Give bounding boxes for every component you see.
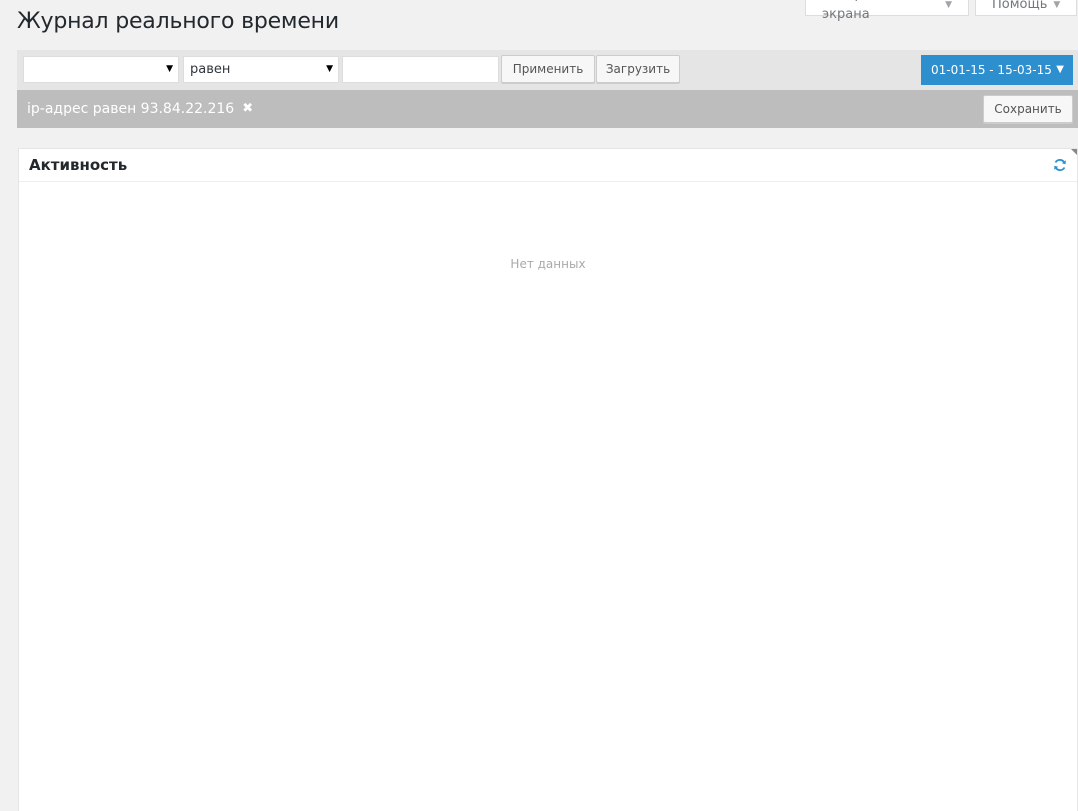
chevron-down-icon: ▼: [326, 64, 333, 74]
chevron-down-icon: ▼: [1056, 64, 1064, 75]
active-filters-bar: ip-адрес равен 93.84.22.216 ✖ Сохранить: [17, 90, 1078, 128]
page-title: Журнал реального времени: [17, 9, 339, 34]
save-button[interactable]: Сохранить: [983, 95, 1073, 123]
date-range-picker[interactable]: 01-01-15 - 15-03-15 ▼: [921, 55, 1073, 85]
panel-title: Активность: [29, 156, 128, 174]
empty-state-message: Нет данных: [510, 257, 586, 271]
active-filter-chip: ip-адрес равен 93.84.22.216 ✖: [27, 90, 253, 128]
close-icon[interactable]: ✖: [242, 90, 253, 128]
filter-value-input[interactable]: [342, 56, 499, 83]
chevron-down-icon: ▼: [945, 0, 952, 10]
chevron-down-icon: ▼: [166, 64, 173, 74]
active-filter-text: ip-адрес равен 93.84.22.216: [27, 101, 235, 117]
filter-bar: ▼ равен ▼ Применить Загрузить 01-01-15 -…: [17, 50, 1078, 90]
date-range-label: 01-01-15 - 15-03-15: [931, 63, 1052, 77]
panel-header: Активность: [19, 149, 1077, 182]
load-button[interactable]: Загрузить: [596, 55, 680, 83]
field-select[interactable]: ▼: [23, 56, 179, 83]
activity-panel: Активность Нет данных: [18, 148, 1078, 811]
apply-button[interactable]: Применить: [501, 55, 595, 83]
operator-select-value: равен: [190, 62, 231, 77]
corner-indicator: [1071, 149, 1077, 155]
screen-options-label: Настройки экрана: [822, 0, 895, 22]
help-tab[interactable]: Помощь ▼: [975, 0, 1077, 16]
refresh-icon[interactable]: [1053, 158, 1067, 172]
operator-select[interactable]: равен ▼: [183, 56, 339, 83]
chevron-down-icon: ▼: [1053, 0, 1061, 10]
screen-options-tab[interactable]: Настройки экрана ▼: [805, 0, 969, 22]
help-label: Помощь: [992, 0, 1048, 12]
